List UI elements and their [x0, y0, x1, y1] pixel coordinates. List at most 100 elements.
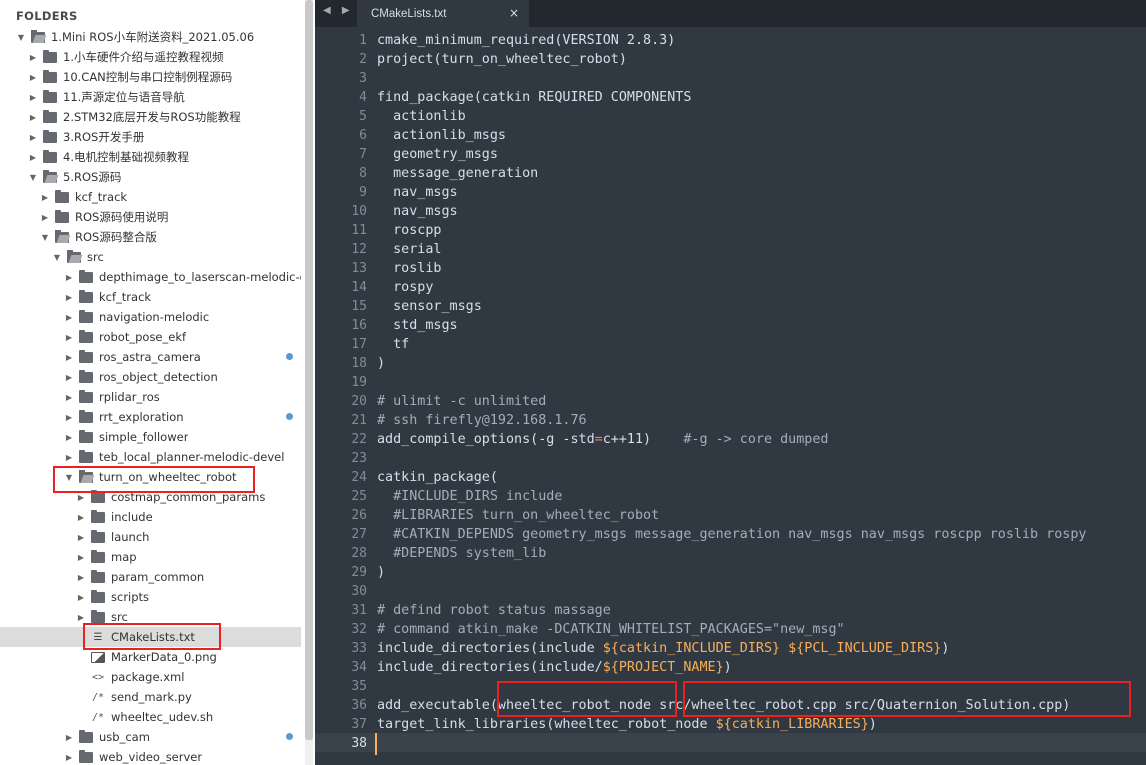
chevron-right-icon[interactable]: ▶ — [28, 153, 38, 162]
code-line[interactable]: find_package(catkin REQUIRED COMPONENTS — [377, 88, 691, 107]
tree-item[interactable]: ▶ 10.CAN控制与串口控制例程源码 — [0, 67, 301, 87]
chevron-right-icon[interactable]: ▶ — [40, 193, 50, 202]
chevron-right-icon[interactable]: ▶ — [64, 433, 74, 442]
code-line[interactable]: add_compile_options(-g -std=c++11) #-g -… — [377, 430, 828, 449]
tree-item[interactable]: ▼ turn_on_wheeltec_robot — [0, 467, 301, 487]
code-area[interactable]: cmake_minimum_required(VERSION 2.8.3) pro… — [377, 27, 1146, 765]
tree-item[interactable]: ▼ ROS源码整合版 — [0, 227, 301, 247]
chevron-right-icon[interactable]: ▶ — [76, 513, 86, 522]
tree-item[interactable]: /* send_mark.py — [0, 687, 301, 707]
tree-item[interactable]: ▶ kcf_track — [0, 287, 301, 307]
tree-item[interactable]: ▶ kcf_track — [0, 187, 301, 207]
tree-item[interactable]: ▶ 3.ROS开发手册 — [0, 127, 301, 147]
code-line[interactable]: nav_msgs — [377, 183, 458, 202]
tree-item[interactable]: ▶ map — [0, 547, 301, 567]
tree-item[interactable]: ▶ ROS源码使用说明 — [0, 207, 301, 227]
chevron-down-icon[interactable]: ▼ — [28, 173, 38, 182]
tree-item[interactable]: ▼ 5.ROS源码 — [0, 167, 301, 187]
chevron-right-icon[interactable]: ▶ — [64, 293, 74, 302]
tree-item[interactable]: /* wheeltec_udev.sh — [0, 707, 301, 727]
chevron-right-icon[interactable]: ▶ — [64, 333, 74, 342]
code-line[interactable]: add_executable(wheeltec_robot_node src/w… — [377, 696, 1070, 715]
chevron-right-icon[interactable]: ▶ — [64, 453, 74, 462]
tree-item[interactable]: <> package.xml — [0, 667, 301, 687]
code-line[interactable]: rospy — [377, 278, 433, 297]
code-line[interactable]: geometry_msgs — [377, 145, 498, 164]
code-line[interactable]: #DEPENDS system_lib — [377, 544, 546, 563]
code-line[interactable]: message_generation — [377, 164, 538, 183]
tree-item[interactable]: ▶ robot_pose_ekf — [0, 327, 301, 347]
chevron-right-icon[interactable]: ▶ — [64, 733, 74, 742]
chevron-right-icon[interactable]: ▶ — [28, 53, 38, 62]
code-line[interactable]: std_msgs — [377, 316, 458, 335]
code-line[interactable]: target_link_libraries(wheeltec_robot_nod… — [377, 715, 877, 734]
tab-cmakelists[interactable]: CMakeLists.txt × — [357, 0, 529, 27]
code-line[interactable]: ) — [377, 563, 385, 582]
chevron-right-icon[interactable]: ▶ — [64, 393, 74, 402]
chevron-right-icon[interactable]: ▶ — [28, 93, 38, 102]
tree-item[interactable]: ☰ CMakeLists.txt — [0, 627, 301, 647]
tree-item[interactable]: ▶ ros_object_detection — [0, 367, 301, 387]
tree-item[interactable]: ▶ costmap_common_params — [0, 487, 301, 507]
tree-item[interactable]: ▶ scripts — [0, 587, 301, 607]
tree-item[interactable]: ▶ include — [0, 507, 301, 527]
code-line[interactable]: #CATKIN_DEPENDS geometry_msgs message_ge… — [377, 525, 1086, 544]
tree-item[interactable]: ▼ src — [0, 247, 301, 267]
tree-item[interactable]: ▶ param_common — [0, 567, 301, 587]
code-line[interactable]: ) — [377, 354, 385, 373]
code-line[interactable]: sensor_msgs — [377, 297, 482, 316]
code-line[interactable]: include_directories(include ${catkin_INC… — [377, 639, 949, 658]
chevron-right-icon[interactable]: ▶ — [64, 353, 74, 362]
tree-item[interactable]: ▶ rrt_exploration — [0, 407, 301, 427]
chevron-down-icon[interactable]: ▼ — [16, 33, 26, 42]
code-line[interactable]: catkin_package( — [377, 468, 498, 487]
tree-item[interactable]: ▶ 1.小车硬件介绍与遥控教程视频 — [0, 47, 301, 67]
tree-item[interactable]: ▶ 11.声源定位与语音导航 — [0, 87, 301, 107]
chevron-right-icon[interactable]: ▶ — [76, 573, 86, 582]
code-line[interactable]: # defind robot status massage — [377, 601, 611, 620]
code-line[interactable]: actionlib_msgs — [377, 126, 506, 145]
code-line[interactable]: actionlib — [377, 107, 466, 126]
code-line[interactable]: project(turn_on_wheeltec_robot) — [377, 50, 627, 69]
code-line[interactable]: include_directories(include/${PROJECT_NA… — [377, 658, 732, 677]
code-line[interactable]: roslib — [377, 259, 441, 278]
chevron-right-icon[interactable]: ▶ — [64, 313, 74, 322]
tree-item[interactable]: ▶ simple_follower — [0, 427, 301, 447]
chevron-down-icon[interactable]: ▼ — [64, 473, 74, 482]
chevron-right-icon[interactable]: ▶ — [76, 613, 86, 622]
code-line[interactable]: #INCLUDE_DIRS include — [377, 487, 562, 506]
chevron-right-icon[interactable]: ▶ — [64, 753, 74, 762]
chevron-down-icon[interactable]: ▼ — [52, 253, 62, 262]
tree-item[interactable]: ▶ 4.电机控制基础视频教程 — [0, 147, 301, 167]
tree-item[interactable]: ▶ depthimage_to_laserscan-melodic-devel — [0, 267, 301, 287]
close-icon[interactable]: × — [509, 6, 519, 20]
tree-item[interactable]: ▶ launch — [0, 527, 301, 547]
tree-item[interactable]: ▶ rplidar_ros — [0, 387, 301, 407]
chevron-right-icon[interactable]: ▶ — [64, 413, 74, 422]
sidebar-scrollbar-thumb[interactable] — [305, 0, 313, 740]
tree-item[interactable]: MarkerData_0.png — [0, 647, 301, 667]
chevron-right-icon[interactable]: ▶ — [76, 593, 86, 602]
tree-item[interactable]: ▶ ros_astra_camera — [0, 347, 301, 367]
tree-item[interactable]: ▶ navigation-melodic — [0, 307, 301, 327]
tree-item[interactable]: ▶ src — [0, 607, 301, 627]
chevron-right-icon[interactable]: ▶ — [76, 493, 86, 502]
tree-item[interactable]: ▶ usb_cam — [0, 727, 301, 747]
tree-item[interactable]: ▶ teb_local_planner-melodic-devel — [0, 447, 301, 467]
chevron-right-icon[interactable]: ▶ — [76, 533, 86, 542]
tree-item[interactable]: ▶ web_video_server — [0, 747, 301, 765]
code-line[interactable]: # ssh firefly@192.168.1.76 — [377, 411, 587, 430]
code-line[interactable]: #LIBRARIES turn_on_wheeltec_robot — [377, 506, 659, 525]
chevron-right-icon[interactable]: ▶ — [28, 73, 38, 82]
code-line[interactable]: serial — [377, 240, 441, 259]
code-line[interactable]: cmake_minimum_required(VERSION 2.8.3) — [377, 31, 675, 50]
chevron-right-icon[interactable]: ▶ — [64, 273, 74, 282]
code-line[interactable]: nav_msgs — [377, 202, 458, 221]
chevron-right-icon[interactable]: ▶ — [28, 133, 38, 142]
code-line[interactable]: roscpp — [377, 221, 441, 240]
tree-item[interactable]: ▼ 1.Mini ROS小车附送资料_2021.05.06 — [0, 27, 301, 47]
chevron-right-icon[interactable]: ▶ — [64, 373, 74, 382]
code-line[interactable]: # command atkin_make -DCATKIN_WHITELIST_… — [377, 620, 845, 639]
chevron-right-icon[interactable]: ▶ — [76, 553, 86, 562]
chevron-right-icon[interactable]: ▶ — [28, 113, 38, 122]
